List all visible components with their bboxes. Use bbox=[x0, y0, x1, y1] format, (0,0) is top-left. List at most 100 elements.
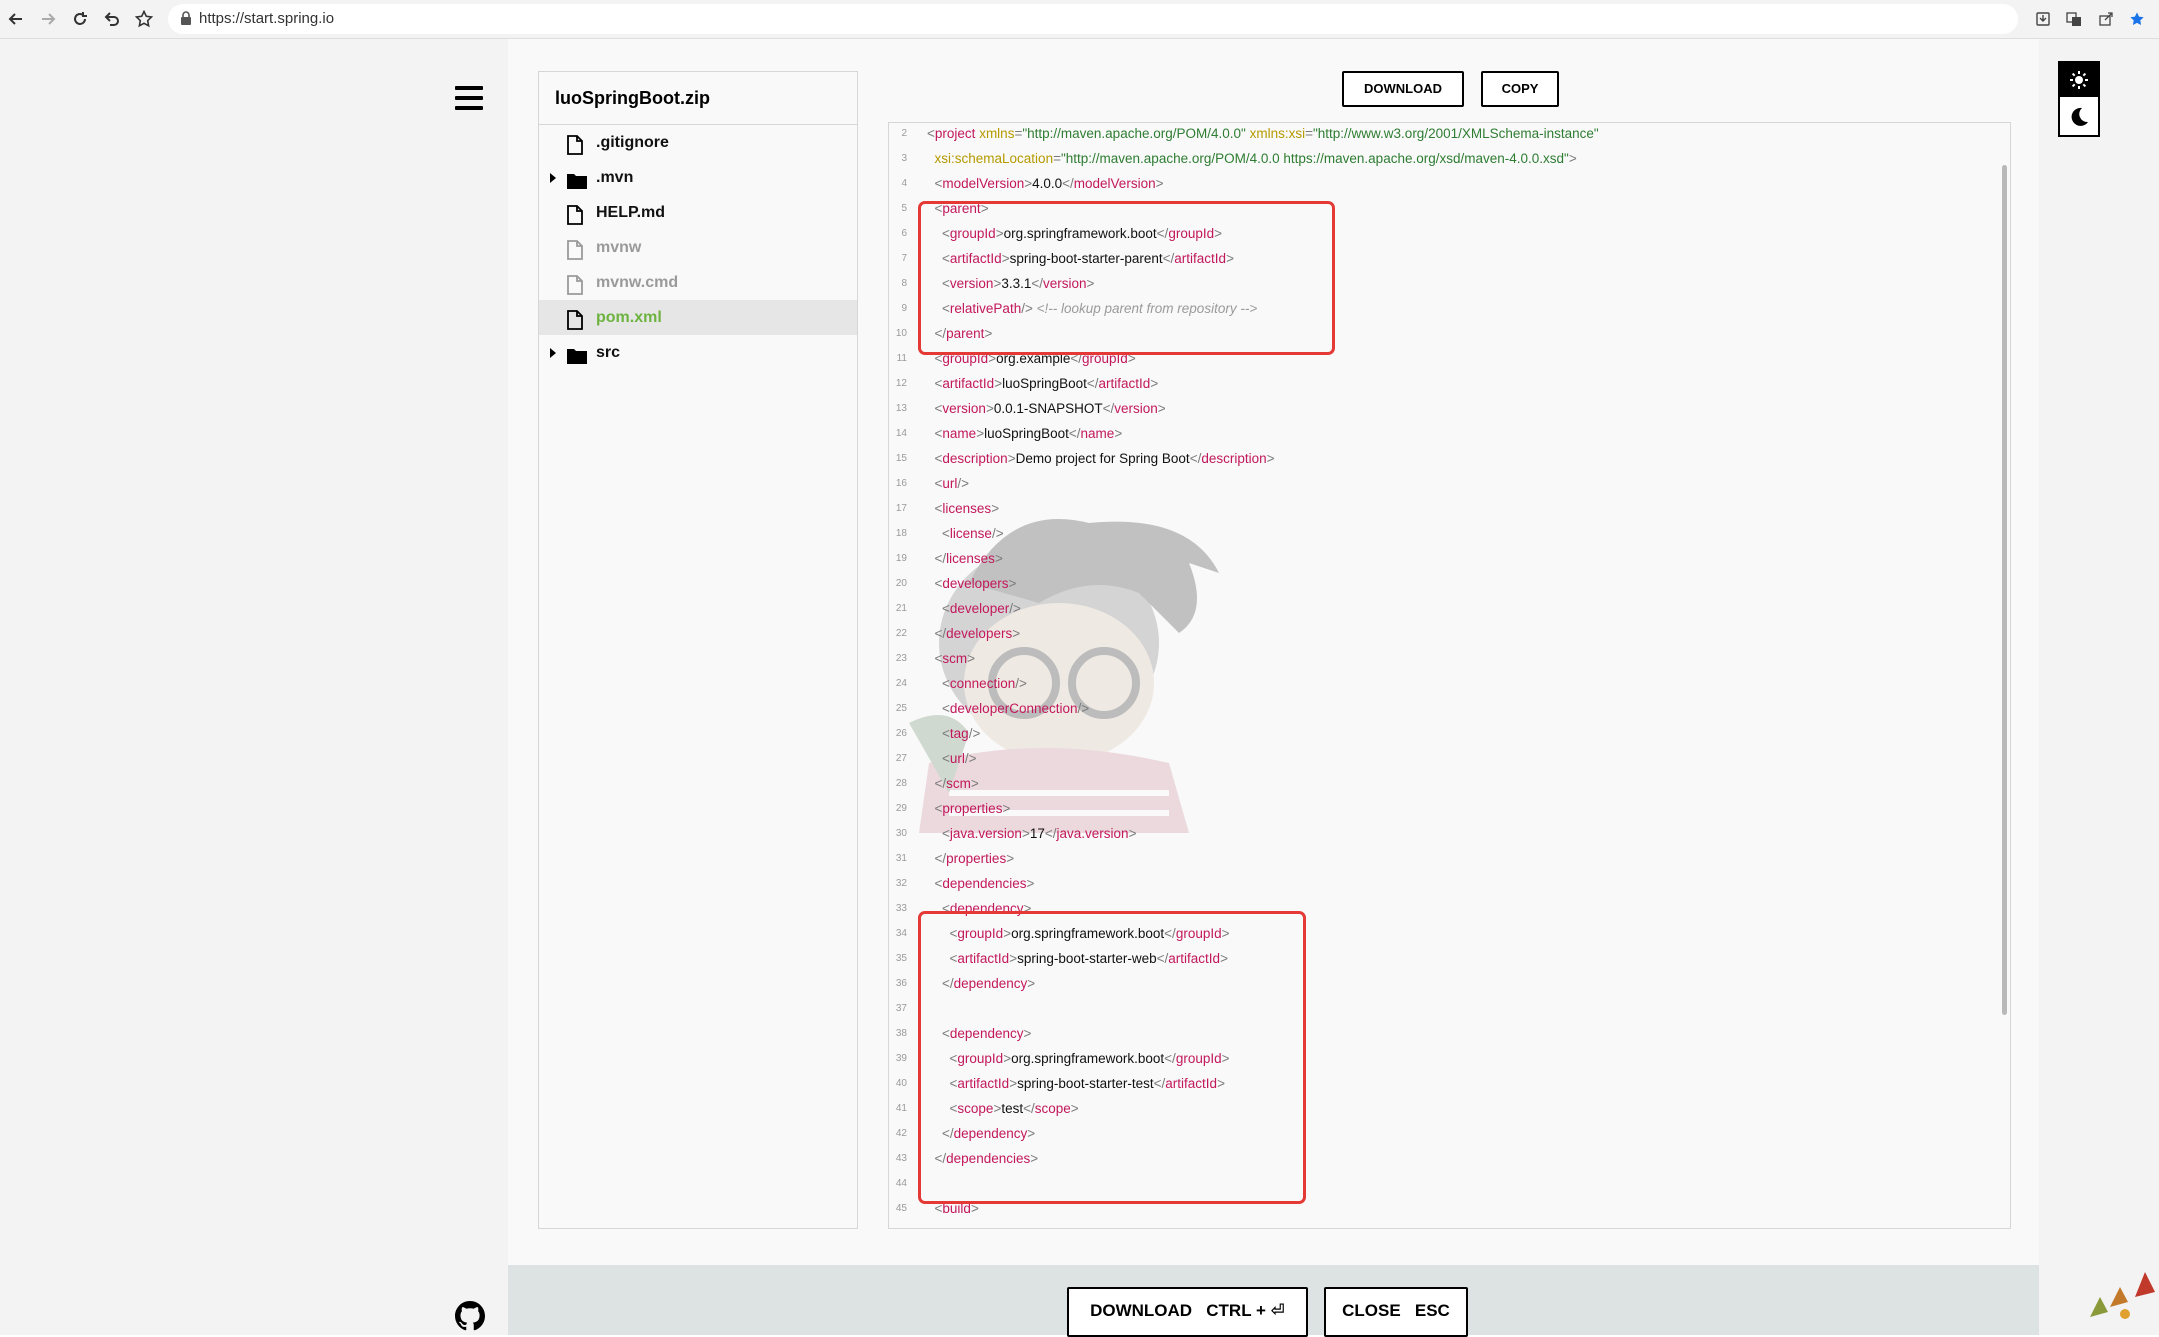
line-number: 26 bbox=[895, 728, 907, 739]
copy-button[interactable]: COPY bbox=[1481, 71, 1559, 107]
code-token: artifactId bbox=[1098, 376, 1151, 391]
line-content: <developer/> bbox=[927, 596, 1021, 621]
code-line: 18 <license/> bbox=[889, 521, 1979, 546]
share-icon[interactable] bbox=[2095, 8, 2117, 30]
code-line: 25 <developerConnection/> bbox=[889, 696, 1979, 721]
line-number: 27 bbox=[895, 753, 907, 764]
line-number: 24 bbox=[895, 678, 907, 689]
code-token: project bbox=[934, 126, 976, 141]
bookmark-star-icon[interactable] bbox=[2126, 8, 2148, 30]
github-icon[interactable] bbox=[455, 1301, 485, 1331]
code-line: 3 xsi:schemaLocation="http://maven.apach… bbox=[889, 146, 1979, 171]
install-icon[interactable] bbox=[2032, 8, 2054, 30]
code-token: licenses bbox=[946, 551, 995, 566]
code-line: 17 <licenses> bbox=[889, 496, 1979, 521]
code-token: = bbox=[1053, 151, 1061, 166]
line-number: 7 bbox=[901, 253, 907, 264]
code-token: properties bbox=[946, 851, 1007, 866]
line-number: 16 bbox=[895, 478, 907, 489]
address-bar[interactable]: https://start.spring.io bbox=[168, 4, 2018, 34]
code-line: 23 <scm> bbox=[889, 646, 1979, 671]
download-zip-button[interactable]: DOWNLOAD CTRL + ⏎ bbox=[1067, 1287, 1308, 1337]
close-shortcut: ESC bbox=[1414, 1301, 1450, 1320]
code-token: url bbox=[942, 476, 958, 491]
tree-item-src[interactable]: src bbox=[539, 335, 857, 370]
line-number: 37 bbox=[895, 1003, 907, 1014]
translate-icon[interactable] bbox=[2063, 8, 2085, 30]
lock-icon bbox=[180, 11, 192, 31]
expand-caret-icon[interactable] bbox=[550, 173, 556, 183]
back-icon[interactable] bbox=[4, 7, 28, 31]
tree-item-help-md[interactable]: HELP.md bbox=[539, 195, 857, 230]
code-token: > bbox=[1150, 376, 1159, 391]
code-line: 14 <name>luoSpringBoot</name> bbox=[889, 421, 1979, 446]
sun-icon[interactable] bbox=[2060, 63, 2098, 97]
code-token: > bbox=[970, 776, 979, 791]
tree-item-pom-xml[interactable]: pom.xml bbox=[539, 300, 857, 335]
code-token: xmlns:xsi bbox=[1249, 126, 1306, 141]
code-line: 19 </licenses> bbox=[889, 546, 1979, 571]
code-token: < bbox=[942, 701, 950, 716]
highlight-parent-block bbox=[918, 201, 1335, 355]
line-number: 12 bbox=[895, 378, 907, 389]
code-token: > bbox=[1026, 876, 1035, 891]
reload-icon[interactable] bbox=[68, 7, 92, 31]
tree-item-mvn[interactable]: .mvn bbox=[539, 160, 857, 195]
code-token: </ bbox=[934, 851, 947, 866]
expand-caret-icon[interactable] bbox=[550, 348, 556, 358]
menu-icon[interactable] bbox=[455, 86, 489, 112]
code-token: luoSpringBoot bbox=[984, 426, 1069, 441]
code-token: < bbox=[942, 826, 950, 841]
line-content: </properties> bbox=[927, 846, 1015, 871]
tree-item-label: .gitignore bbox=[596, 134, 669, 151]
code-token: scm bbox=[942, 651, 968, 666]
forward-icon[interactable] bbox=[36, 7, 60, 31]
browser-toolbar: https://start.spring.io bbox=[0, 0, 2159, 39]
code-line: 21 <developer/> bbox=[889, 596, 1979, 621]
download-button[interactable]: DOWNLOAD bbox=[1342, 71, 1464, 107]
history-icon[interactable] bbox=[100, 7, 124, 31]
tree-item-gitignore[interactable]: .gitignore bbox=[539, 125, 857, 160]
code-token: < bbox=[927, 126, 935, 141]
tree-item-label: src bbox=[596, 344, 621, 361]
line-content: <properties> bbox=[927, 796, 1011, 821]
code-token: < bbox=[942, 751, 950, 766]
code-token: description bbox=[1201, 451, 1267, 466]
code-token: < bbox=[942, 601, 950, 616]
moon-icon[interactable] bbox=[2060, 99, 2098, 135]
download-label: DOWNLOAD bbox=[1090, 1301, 1193, 1320]
code-token: < bbox=[942, 676, 950, 691]
theme-switcher[interactable] bbox=[2058, 61, 2100, 137]
tree-item-label: .mvn bbox=[596, 169, 634, 186]
url-text: https://start.spring.io bbox=[199, 10, 335, 27]
code-line: 2 <project xmlns = "http://maven.apache.org… bbox=[889, 123, 1979, 146]
line-number: 5 bbox=[901, 203, 907, 214]
highlight-dependencies-block bbox=[918, 911, 1306, 1204]
file-icon bbox=[567, 308, 585, 330]
page-sidebar bbox=[0, 39, 508, 1335]
code-token: > bbox=[994, 551, 1003, 566]
line-number: 4 bbox=[901, 178, 907, 189]
line-number: 42 bbox=[895, 1128, 907, 1139]
code-token: tag bbox=[949, 726, 969, 741]
star-icon[interactable] bbox=[132, 7, 156, 31]
line-number: 40 bbox=[895, 1078, 907, 1089]
code-scrollbar[interactable] bbox=[2002, 165, 2007, 1015]
line-number: 21 bbox=[895, 603, 907, 614]
close-button[interactable]: CLOSE ESC bbox=[1324, 1287, 1468, 1337]
line-number: 43 bbox=[895, 1153, 907, 1164]
tree-item-mvnw[interactable]: mvnw bbox=[539, 230, 857, 265]
code-token: > bbox=[1012, 626, 1021, 641]
tree-item-mvnw-cmd[interactable]: mvnw.cmd bbox=[539, 265, 857, 300]
line-content: <developers> bbox=[927, 571, 1017, 596]
code-line: 32 <dependencies> bbox=[889, 871, 1979, 896]
line-number: 31 bbox=[895, 853, 907, 864]
code-token: </ bbox=[934, 776, 947, 791]
code-token: version bbox=[942, 401, 986, 416]
line-number: 17 bbox=[895, 503, 907, 514]
